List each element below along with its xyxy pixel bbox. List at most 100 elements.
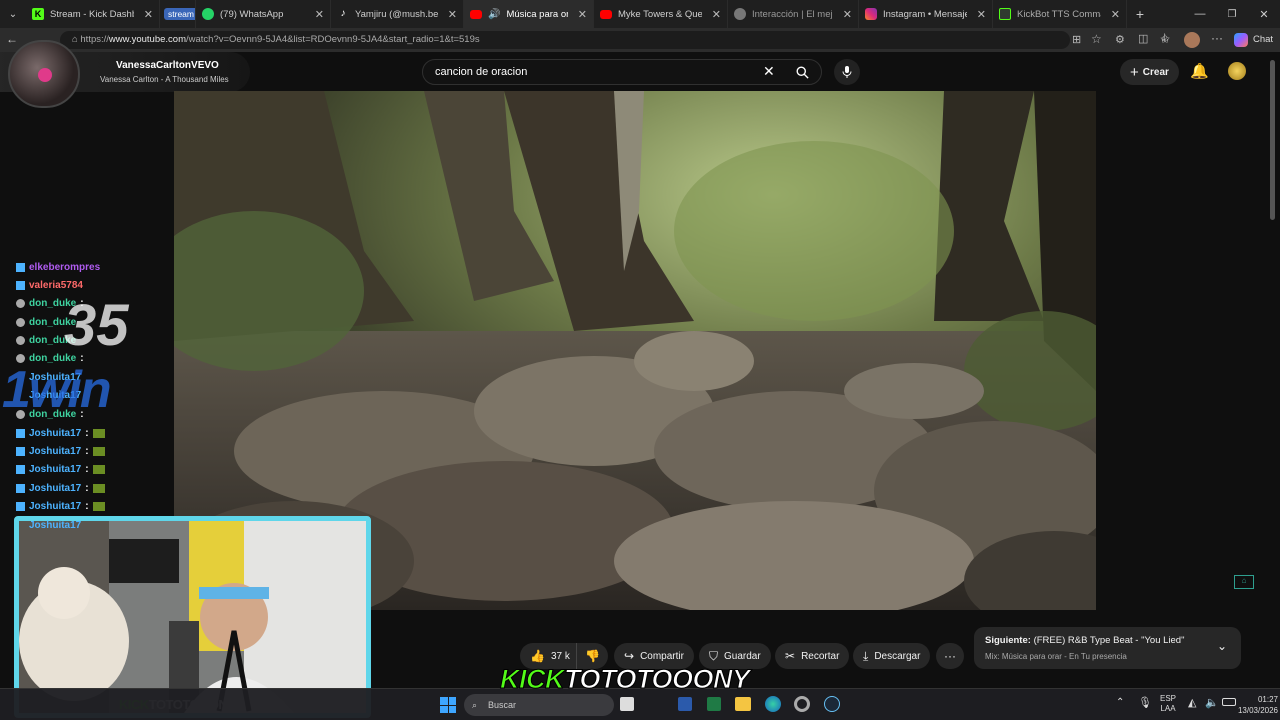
search-value: cancion de oracion <box>435 66 528 78</box>
new-tab-button[interactable]: + <box>1127 6 1153 22</box>
volume-icon[interactable]: 🔈 <box>1205 696 1219 709</box>
tab-whatsapp[interactable]: (79) WhatsApp ✕ <box>196 0 331 28</box>
clock-date: 13/03/2026 <box>1237 706 1278 715</box>
close-tab-icon[interactable]: ✕ <box>977 8 986 21</box>
instagram-icon <box>865 8 877 20</box>
notifications-bell-icon[interactable]: 🔔 <box>1190 62 1209 80</box>
download-label: Descargar <box>874 650 921 662</box>
kick-badge-icon <box>16 446 25 456</box>
clip-label: Recortar <box>801 650 840 662</box>
user-badge-icon <box>16 298 25 308</box>
close-tab-icon[interactable]: ✕ <box>578 8 587 21</box>
url-path: /watch?v=Oevnn9-5JA4&list=RDOevnn9-5JA4&… <box>186 34 480 45</box>
more-menu-icon[interactable]: ··· <box>1211 31 1223 45</box>
chat-username: valeria5784 <box>29 279 83 291</box>
clear-search-icon[interactable]: ✕ <box>763 63 775 80</box>
close-window-icon[interactable]: ✕ <box>1248 8 1280 21</box>
youtube-icon <box>600 9 612 19</box>
tab-myke-towers[interactable]: Myke Towers & Quevedo ✕ <box>594 0 728 28</box>
tab-tiktok[interactable]: ♪ Yamjiru (@mush.be.ll) | ✕ <box>331 0 464 28</box>
close-tab-icon[interactable]: ✕ <box>448 8 457 21</box>
chat-username: Joshuita17 <box>29 482 82 494</box>
maximize-icon[interactable]: ❐ <box>1216 9 1248 20</box>
search-input[interactable]: cancion de oracion <box>422 59 822 85</box>
tab-title: Myke Towers & Quevedo <box>618 8 702 20</box>
user-badge-icon <box>16 317 25 327</box>
word-icon[interactable] <box>678 697 692 711</box>
tab-musica-para-orar[interactable]: 🔊 Música para orar - En ✕ <box>464 0 594 28</box>
branding-kick: KICK <box>500 664 566 695</box>
tab-instagram[interactable]: Instagram • Mensajes ✕ <box>859 0 993 28</box>
tab-kick-dashboard[interactable]: K Stream - Kick Dashboard ✕ <box>26 0 160 28</box>
bookmark-icon: ⛉ <box>709 648 719 663</box>
tab-title: Instagram • Mensajes <box>883 8 967 20</box>
chat-colon: : <box>85 482 89 494</box>
search-icon: ⌕ <box>472 700 478 710</box>
now-playing-song: Vanessa Carlton - A Thousand Miles <box>100 75 229 84</box>
like-count: 37 k <box>550 650 570 662</box>
url-prefix: https:// <box>80 34 109 45</box>
favorite-star-icon[interactable]: ☆ <box>1091 32 1102 46</box>
download-button[interactable]: ⤓ Descargar <box>853 643 931 669</box>
kick-icon: K <box>32 8 44 20</box>
webcam-feed <box>19 521 366 713</box>
emote-icon <box>92 446 105 456</box>
steam-icon[interactable] <box>824 696 840 712</box>
close-tab-icon[interactable]: ✕ <box>315 8 324 21</box>
tab-kickbot[interactable]: KickBot TTS Commands ✕ <box>993 0 1127 28</box>
address-bar[interactable]: ⌂ https://www.youtube.com/watch?v=Oevnn9… <box>60 31 1070 49</box>
tab-title: (79) WhatsApp <box>220 8 284 20</box>
tray-chevron-icon[interactable]: ⌃ <box>1116 697 1124 708</box>
chat-button[interactable]: Chat <box>1253 34 1273 45</box>
up-next-prefix: Siguiente: <box>985 635 1031 646</box>
back-icon[interactable]: ← <box>6 32 18 46</box>
promo-number: 35 <box>64 293 129 358</box>
split-icon[interactable]: ◫ <box>1138 32 1148 45</box>
speaker-icon[interactable]: 🔊 <box>488 9 500 20</box>
account-avatar[interactable] <box>1228 62 1246 80</box>
clock[interactable]: 01:27 13/03/2026 <box>1226 694 1278 716</box>
split-screen-icon[interactable]: ⊞ <box>1072 33 1081 46</box>
profile-avatar[interactable] <box>1184 32 1200 48</box>
create-button[interactable]: + Crear <box>1120 59 1179 85</box>
microphone-icon <box>842 66 852 78</box>
extensions-icon[interactable]: ⚙ <box>1115 33 1125 46</box>
tab-list-button[interactable]: ⌄ <box>0 0 26 28</box>
more-actions-button[interactable]: ··· <box>936 643 964 669</box>
copilot-icon[interactable] <box>1234 33 1248 47</box>
kick-badge-icon <box>16 464 25 474</box>
page-scrollbar[interactable] <box>1270 60 1275 220</box>
up-next-panel[interactable]: Siguiente: (FREE) R&B Type Beat - "You L… <box>974 627 1241 669</box>
clip-button[interactable]: ✂ Recortar <box>775 643 850 669</box>
tab-title: Yamjiru (@mush.be.ll) | <box>355 8 438 20</box>
edge-icon[interactable] <box>765 696 781 712</box>
tab-title: Stream - Kick Dashboard <box>50 8 134 20</box>
create-label: Crear <box>1142 66 1169 78</box>
url-host: www.youtube.com <box>108 34 186 45</box>
excel-icon[interactable] <box>707 697 721 711</box>
language-indicator[interactable]: ESP LAA <box>1160 694 1176 714</box>
chat-username: Joshuita17 <box>29 427 82 439</box>
chat-message: Joshuita17: <box>16 425 105 441</box>
file-explorer-icon[interactable] <box>735 697 751 711</box>
tab-group-stream[interactable]: stream <box>160 0 196 28</box>
chrome-icon[interactable] <box>794 696 810 712</box>
wifi-icon[interactable]: ◭ <box>1188 696 1196 709</box>
taskbar-search[interactable]: ⌕ Buscar <box>464 694 614 716</box>
voice-search-button[interactable] <box>834 59 860 85</box>
minimize-icon[interactable]: — <box>1184 8 1216 20</box>
close-tab-icon[interactable]: ✕ <box>144 8 153 21</box>
close-tab-icon[interactable]: ✕ <box>843 8 852 21</box>
search-button[interactable] <box>789 59 815 85</box>
start-button[interactable] <box>440 697 456 713</box>
kick-badge-icon <box>16 280 25 290</box>
close-tab-icon[interactable]: ✕ <box>712 8 721 21</box>
microphone-tray-icon[interactable]: 🎙 <box>1138 696 1152 709</box>
tab-interaccion[interactable]: Interacción | El mejor softw ✕ <box>728 0 859 28</box>
task-view-icon[interactable] <box>620 697 634 711</box>
download-arrow-icon[interactable]: ⤓ <box>1162 32 1167 45</box>
chevron-down-icon[interactable]: ⌄ <box>1217 639 1227 653</box>
close-tab-icon[interactable]: ✕ <box>1111 8 1120 21</box>
kick-badge-icon <box>16 483 25 493</box>
kick-badge-icon <box>16 501 25 511</box>
